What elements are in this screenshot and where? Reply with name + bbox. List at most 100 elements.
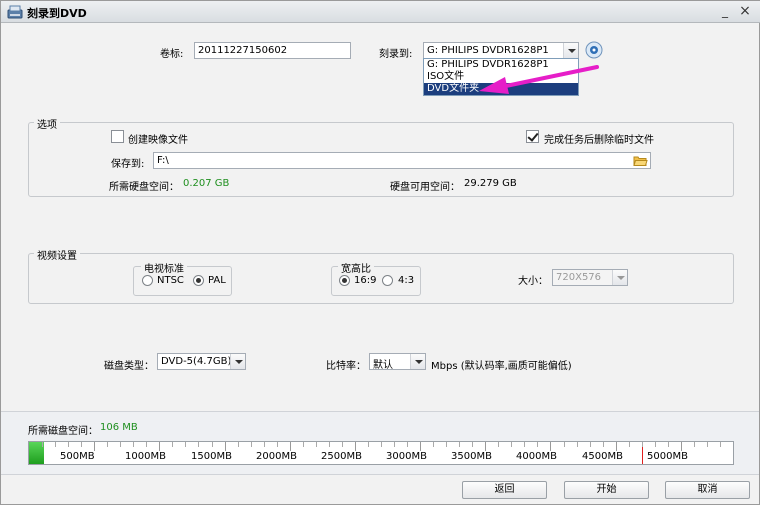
scale-major-tick (290, 442, 291, 451)
disc-type-select[interactable]: DVD-5(4.7GB) (157, 353, 246, 370)
burn-to-label: 刻录到: (379, 49, 413, 60)
scale-major-tick (94, 442, 95, 451)
scale-minor-tick (133, 442, 134, 447)
start-button[interactable]: 开始 (564, 481, 649, 499)
aspect-4-3-label: 4:3 (398, 275, 415, 286)
close-button[interactable]: × (737, 4, 753, 19)
annotation-arrow-icon (479, 65, 599, 94)
pal-radio[interactable] (193, 275, 204, 286)
scale-major-tick (485, 442, 486, 451)
scale-minor-tick (185, 442, 186, 447)
scale-minor-tick (381, 442, 382, 447)
size-select: 720X576 (552, 269, 628, 286)
scale-minor-tick (172, 442, 173, 447)
size-value: 720X576 (556, 272, 602, 283)
scale-minor-tick (42, 442, 43, 447)
scale-major-tick (616, 442, 617, 451)
scale-minor-tick (433, 442, 434, 447)
aspect-16-9-radio[interactable] (339, 275, 350, 286)
scale-minor-tick (446, 442, 447, 447)
burn-to-select[interactable]: G: PHILIPS DVDR1628P1 (423, 42, 579, 59)
scale-minor-tick (251, 442, 252, 447)
title-bar: 刻录到DVD _ × (1, 1, 760, 23)
create-image-label: 创建映像文件 (128, 135, 188, 146)
scale-minor-tick (277, 442, 278, 447)
scale-tick-label: 2000MB (256, 451, 297, 462)
burn-dvd-window: 刻录到DVD _ × 卷标: 20111227150602 刻录到: G: PH… (0, 0, 760, 505)
aspect-16-9-label: 16:9 (354, 275, 377, 286)
scale-minor-tick (511, 442, 512, 447)
scale-minor-tick (107, 442, 108, 447)
bitrate-value: 默认 (373, 360, 393, 370)
scale-minor-tick (707, 442, 708, 447)
minimize-button[interactable]: _ (717, 4, 733, 19)
scale-minor-tick (212, 442, 213, 447)
scale-minor-tick (120, 442, 121, 447)
ntsc-radio[interactable] (142, 275, 153, 286)
scale-minor-tick (146, 442, 147, 447)
scale-minor-tick (238, 442, 239, 447)
scale-minor-tick (68, 442, 69, 447)
back-button[interactable]: 返回 (462, 481, 547, 499)
scale-minor-tick (329, 442, 330, 447)
scale-minor-tick (603, 442, 604, 447)
disc-type-value: DVD-5(4.7GB) (161, 356, 232, 367)
scale-minor-tick (459, 442, 460, 447)
bitrate-label: 比特率： (326, 361, 366, 372)
folder-browse-icon[interactable] (633, 154, 648, 167)
delete-temp-checkbox[interactable] (526, 130, 539, 143)
chevron-down-icon[interactable] (410, 354, 425, 369)
scale-major-tick (159, 442, 160, 451)
scale-major-tick (681, 442, 682, 451)
scale-minor-tick (264, 442, 265, 447)
scale-tick-label: 2500MB (321, 451, 362, 462)
scale-minor-tick (498, 442, 499, 447)
refresh-drive-icon[interactable] (585, 41, 603, 59)
scale-minor-tick (590, 442, 591, 447)
create-image-checkbox[interactable] (111, 130, 124, 143)
scale-tick-label: 1500MB (191, 451, 232, 462)
size-label: 大小： (518, 276, 548, 287)
video-settings-title: 视频设置 (34, 247, 80, 262)
scale-minor-tick (694, 442, 695, 447)
pal-label: PAL (208, 275, 226, 286)
scale-tick-label: 1000MB (125, 451, 166, 462)
cancel-button[interactable]: 取消 (665, 481, 750, 499)
chevron-down-icon[interactable] (230, 354, 245, 369)
volume-label: 卷标: (160, 49, 184, 60)
scale-major-tick (225, 442, 226, 451)
available-space-label: 硬盘可用空间： (390, 182, 460, 193)
window-title: 刻录到DVD (27, 7, 87, 20)
scale-minor-tick (198, 442, 199, 447)
scale-minor-tick (629, 442, 630, 447)
volume-input[interactable]: 20111227150602 (194, 42, 351, 59)
scale-major-tick (550, 442, 551, 451)
scale-minor-tick (655, 442, 656, 447)
bitrate-note: Mbps (默认码率,画质可能偏低) (431, 361, 572, 372)
scale-minor-tick (303, 442, 304, 447)
scale-tick-label: 500MB (60, 451, 95, 462)
bitrate-select[interactable]: 默认 (369, 353, 426, 370)
required-disc-space-label: 所需磁盘空间： (28, 426, 98, 437)
scale-tick-label: 5000MB (647, 451, 688, 462)
options-group-title: 选项 (34, 116, 60, 131)
scale-minor-tick (316, 442, 317, 447)
dvd-burner-icon (7, 5, 23, 19)
required-disc-space-value: 106 MB (100, 422, 138, 433)
available-space-value: 29.279 GB (464, 178, 517, 189)
scale-tick-label: 4500MB (582, 451, 623, 462)
save-to-input[interactable]: F:\ (153, 152, 651, 169)
chevron-down-icon[interactable] (563, 43, 578, 58)
scale-major-tick (355, 442, 356, 451)
scale-tick-label: 3000MB (386, 451, 427, 462)
ntsc-label: NTSC (157, 275, 184, 286)
tv-standard-title: 电视标准 (141, 260, 187, 275)
scale-tick-label: 3500MB (451, 451, 492, 462)
scale-minor-tick (564, 442, 565, 447)
burn-to-value: G: PHILIPS DVDR1628P1 (427, 45, 549, 56)
aspect-4-3-radio[interactable] (382, 275, 393, 286)
disc-type-label: 磁盘类型： (104, 361, 154, 372)
scale-minor-tick (642, 442, 643, 447)
required-space-value: 0.207 GB (183, 178, 230, 189)
scale-major-tick (420, 442, 421, 451)
